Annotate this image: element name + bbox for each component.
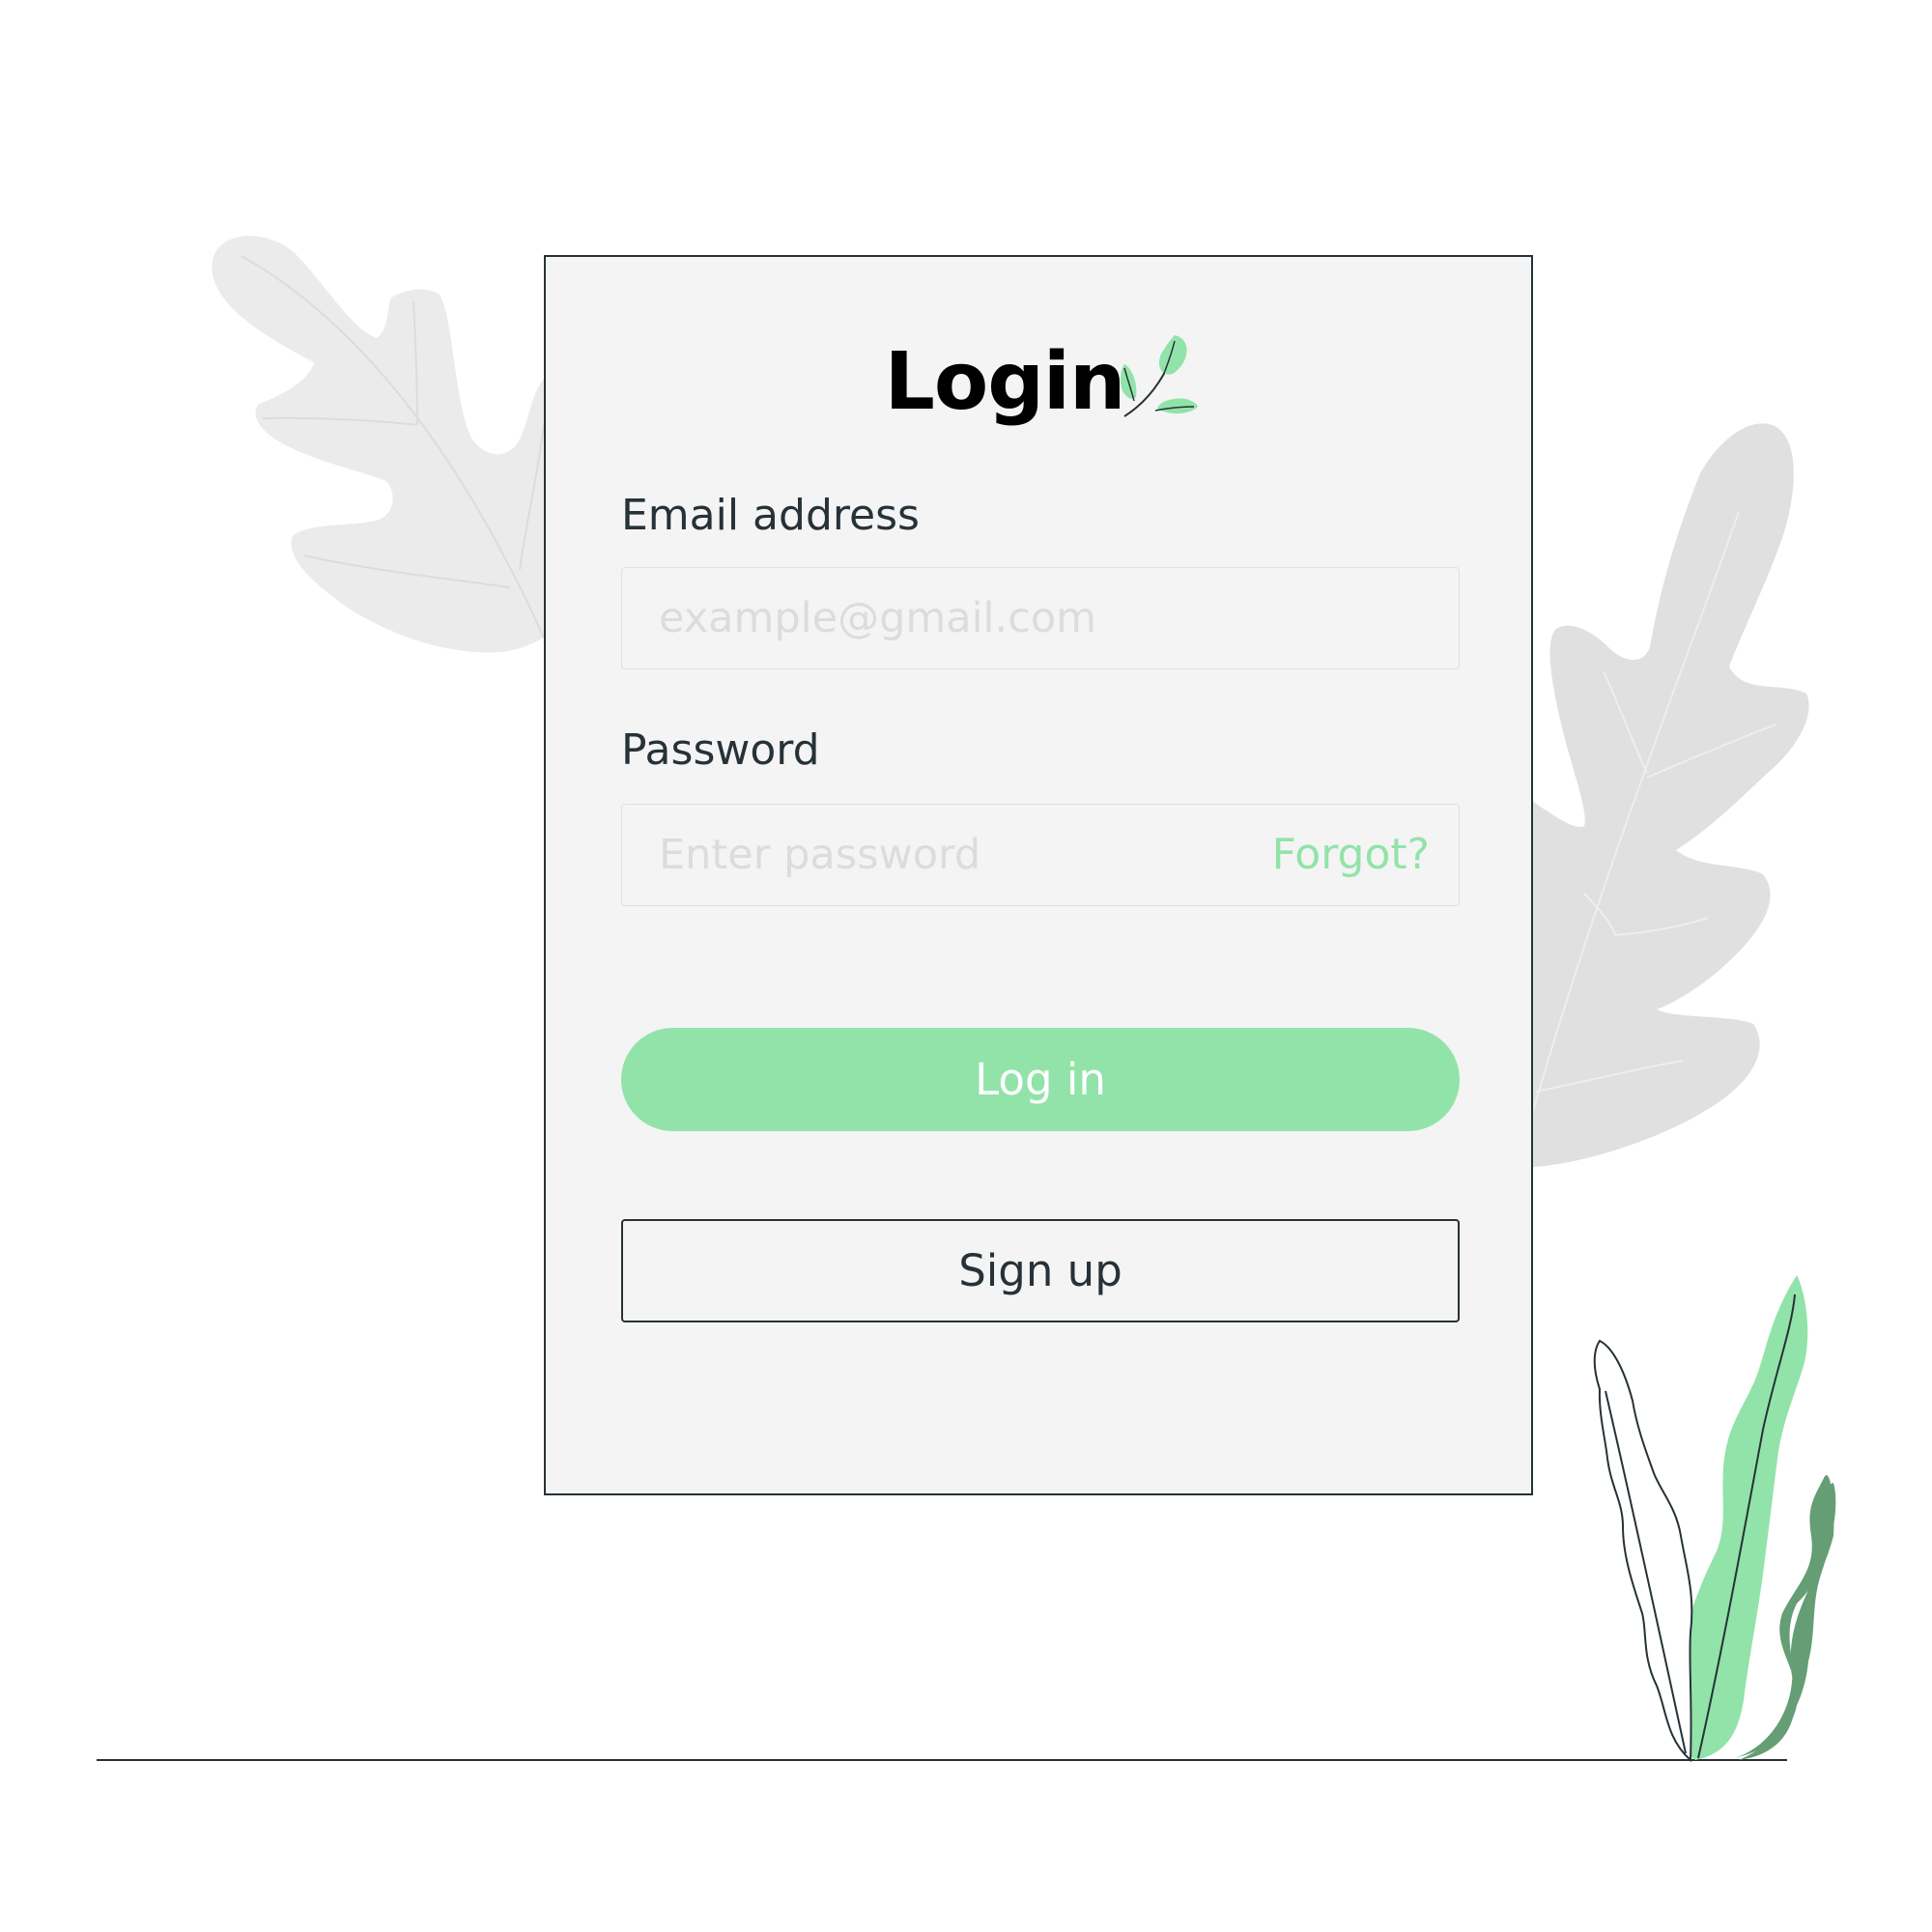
oak-leaf-right-icon [1532, 423, 1809, 1167]
login-card: Login Email address Password Forgot? L [544, 255, 1533, 1495]
login-button[interactable]: Log in [621, 1028, 1460, 1131]
signup-button[interactable]: Sign up [621, 1219, 1460, 1322]
password-input[interactable] [659, 805, 1200, 905]
page-title: Login [884, 329, 1199, 436]
oak-leaf-left-icon [212, 236, 545, 653]
password-field[interactable]: Forgot? [621, 804, 1460, 906]
plant-icon [1593, 1275, 1836, 1763]
email-input[interactable] [659, 568, 1200, 668]
email-field[interactable] [621, 567, 1460, 669]
password-label: Password [621, 725, 820, 775]
login-illustration: Login Email address Password Forgot? L [0, 0, 1932, 1932]
email-label: Email address [621, 491, 920, 540]
leaf-sprig-icon [1121, 335, 1199, 417]
title-row: Login [546, 329, 1531, 436]
forgot-password-link[interactable]: Forgot? [1272, 805, 1430, 904]
page-title-text: Login [884, 336, 1126, 428]
